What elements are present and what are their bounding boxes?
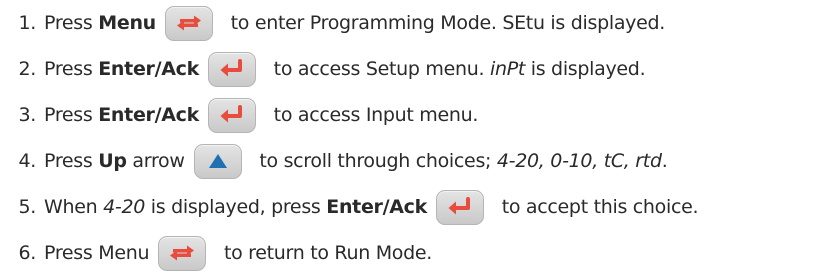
step-1: 1. Press Menu to enter Programming Mode.… bbox=[0, 0, 665, 46]
key-name: Enter/Ack bbox=[98, 58, 199, 80]
step-text: Press bbox=[44, 12, 99, 34]
enter-ack-key bbox=[207, 51, 256, 87]
step-number: 1. bbox=[18, 12, 36, 34]
step-6: 6. Press Menu to return to Run Mode. bbox=[0, 230, 432, 276]
step-2: 2. Press Enter/Ack to access Setup menu.… bbox=[0, 46, 646, 92]
step-text: to scroll through choices; bbox=[253, 150, 497, 172]
enter-return-icon bbox=[448, 197, 470, 215]
key-name: Enter/Ack bbox=[98, 104, 199, 126]
enter-return-icon bbox=[220, 59, 242, 77]
up-arrow-icon bbox=[208, 154, 227, 168]
step-text: Press bbox=[44, 150, 99, 172]
menu-cycle-icon bbox=[170, 245, 195, 261]
key-name: Menu bbox=[98, 12, 156, 34]
step-text: Press Menu bbox=[44, 242, 150, 264]
step-text: is displayed, press bbox=[145, 196, 327, 218]
enter-ack-key bbox=[435, 189, 484, 225]
step-text: . bbox=[661, 150, 668, 172]
enter-return-icon bbox=[220, 105, 242, 123]
up-key bbox=[193, 143, 242, 179]
step-text: to access Input menu. bbox=[267, 104, 479, 126]
step-text: to enter Programming Mode. SEtu is displ… bbox=[224, 12, 666, 34]
step-text: When bbox=[44, 196, 104, 218]
enter-ack-key bbox=[207, 97, 256, 133]
key-name: Up bbox=[98, 150, 127, 172]
menu-key bbox=[158, 235, 207, 271]
menu-key bbox=[164, 5, 213, 41]
display-code: inPt bbox=[489, 58, 525, 80]
step-4: 4. Press Up arrow to scroll through choi… bbox=[0, 138, 668, 184]
step-text: Press bbox=[44, 58, 99, 80]
step-number: 4. bbox=[18, 150, 36, 172]
step-number: 3. bbox=[18, 104, 36, 126]
step-text: arrow bbox=[126, 150, 185, 172]
key-name: Enter/Ack bbox=[326, 196, 427, 218]
step-number: 5. bbox=[18, 196, 36, 218]
menu-cycle-icon bbox=[176, 15, 201, 31]
step-text: to accept this choice. bbox=[495, 196, 699, 218]
display-code: 4-20 bbox=[103, 196, 146, 218]
step-number: 2. bbox=[18, 58, 36, 80]
step-text: to access Setup menu. bbox=[267, 58, 490, 80]
step-3: 3. Press Enter/Ack to access Input menu. bbox=[0, 92, 478, 138]
step-text: is displayed. bbox=[525, 58, 646, 80]
step-5: 5. When 4-20 is displayed, press Enter/A… bbox=[0, 184, 699, 230]
step-text: Press bbox=[44, 104, 99, 126]
step-text: to return to Run Mode. bbox=[218, 242, 432, 264]
step-number: 6. bbox=[18, 242, 36, 264]
choice-list: 4-20, 0-10, tC, rtd bbox=[496, 150, 662, 172]
